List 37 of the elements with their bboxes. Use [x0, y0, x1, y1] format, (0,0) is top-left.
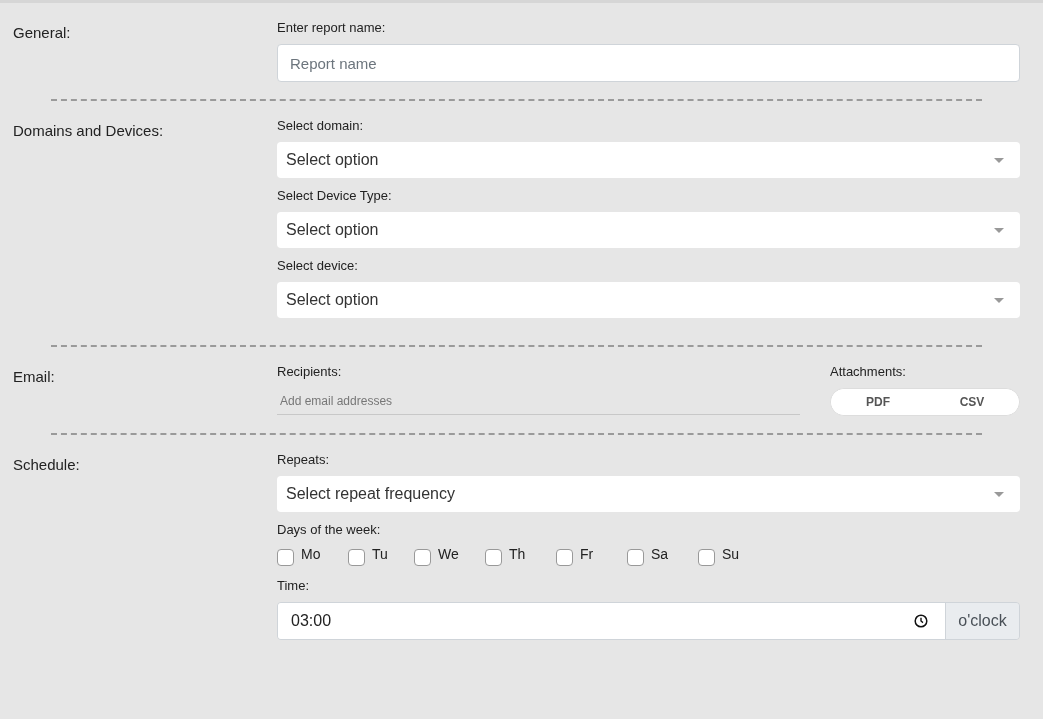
day-label: Mo — [301, 546, 321, 562]
field-label: Select domain: — [277, 118, 364, 133]
day-label: Fr — [580, 546, 594, 562]
field-label: Time: — [277, 578, 311, 593]
section-heading: Email: — [12, 367, 56, 387]
day-checkbox[interactable] — [414, 549, 431, 566]
field-label: Days of the week: — [277, 522, 382, 537]
field-label: Select device: — [277, 258, 359, 273]
caret-icon — [994, 157, 1004, 163]
day-label: Sa — [651, 546, 669, 562]
report-name-input[interactable]: Report name — [277, 44, 1020, 82]
recipients-input[interactable]: Add email addresses — [277, 388, 800, 415]
section-heading: General: — [12, 23, 72, 43]
day-checkbox[interactable] — [348, 549, 365, 566]
day-label: Su — [722, 546, 740, 562]
day-label: We — [438, 546, 459, 562]
day-checkbox[interactable] — [277, 549, 294, 566]
day-checkbox[interactable] — [485, 549, 502, 566]
select-dropdown[interactable]: Select option — [277, 282, 1020, 318]
field-label: Enter report name: — [277, 20, 387, 35]
select-dropdown[interactable]: Select repeat frequency — [277, 476, 1020, 512]
day-checkbox[interactable] — [698, 549, 715, 566]
field-label: Attachments: — [830, 364, 907, 379]
select-dropdown[interactable]: Select option — [277, 142, 1020, 178]
caret-icon — [994, 227, 1004, 233]
section-heading: Schedule: — [12, 455, 81, 475]
day-checkbox[interactable] — [627, 549, 644, 566]
field-label: Select Device Type: — [277, 188, 393, 203]
day-checkbox[interactable] — [556, 549, 573, 566]
field-label: Recipients: — [277, 364, 343, 379]
caret-icon — [994, 297, 1004, 303]
field-label: Repeats: — [277, 452, 331, 467]
section-heading: Domains and Devices: — [12, 121, 165, 141]
day-label: Tu — [372, 546, 388, 562]
select-dropdown[interactable]: Select option — [277, 212, 1020, 248]
day-label: Th — [509, 546, 526, 562]
caret-icon — [994, 491, 1004, 497]
